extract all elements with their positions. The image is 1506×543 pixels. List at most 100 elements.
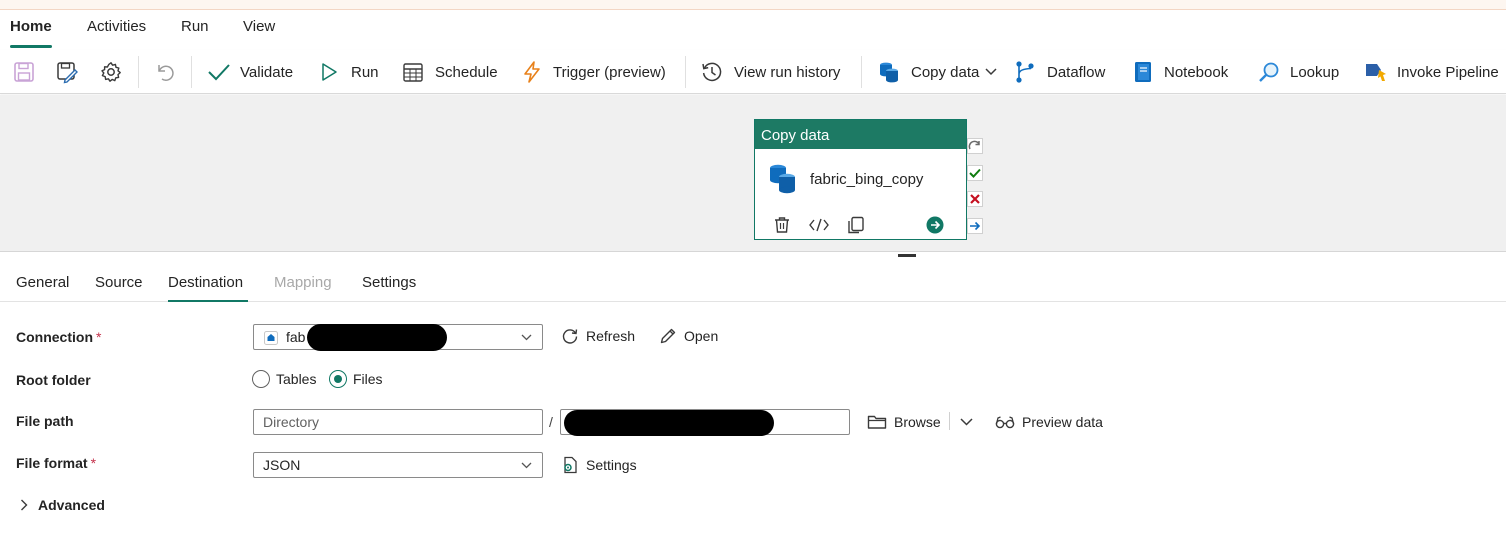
- delete-icon[interactable]: [773, 216, 791, 234]
- copy-data-activity-card[interactable]: Copy data fabric_bing_copy: [754, 119, 967, 240]
- preview-data-button[interactable]: Preview data: [995, 412, 1103, 432]
- success-output-icon[interactable]: [967, 165, 983, 181]
- dataflow-icon: [1016, 61, 1034, 83]
- copy-data-label: Copy data: [911, 63, 980, 81]
- save-icon: [14, 62, 34, 82]
- notebook-icon: [1135, 62, 1151, 82]
- lakehouse-icon: [264, 331, 278, 345]
- notebook-label: Notebook: [1164, 63, 1229, 81]
- tab-source[interactable]: Source: [95, 274, 143, 291]
- save-as-button[interactable]: [55, 50, 79, 94]
- pipeline-canvas[interactable]: [0, 95, 1506, 251]
- menu-tab-view[interactable]: View: [243, 18, 275, 35]
- refresh-icon: [562, 329, 578, 344]
- undo-icon: [158, 65, 174, 81]
- arrow-right-circle-icon[interactable]: [926, 216, 944, 234]
- menu-tab-activities[interactable]: Activities: [87, 18, 146, 35]
- dataflow-label: Dataflow: [1047, 63, 1106, 81]
- file-format-label: File format *: [16, 455, 97, 471]
- toolbar-divider: [861, 56, 862, 88]
- radio-circle: [252, 370, 270, 388]
- panel-splitter[interactable]: [0, 251, 1506, 257]
- calendar-icon: [403, 63, 423, 82]
- splitter-handle[interactable]: [898, 254, 916, 257]
- glasses-icon: [995, 416, 1015, 429]
- redaction-mark: [564, 410, 774, 436]
- code-icon[interactable]: [809, 217, 829, 233]
- browse-divider: [949, 412, 950, 430]
- validate-label: Validate: [240, 63, 294, 81]
- root-files-label: Files: [353, 371, 383, 387]
- connection-label: Connection *: [16, 329, 102, 345]
- tab-general[interactable]: General: [16, 274, 69, 291]
- pencil-icon: [660, 328, 676, 344]
- browse-chevron-down-icon[interactable]: [960, 418, 973, 426]
- lightning-icon: [524, 61, 540, 83]
- root-files-radio[interactable]: Files: [329, 370, 383, 388]
- folder-icon: [867, 415, 887, 429]
- advanced-expander[interactable]: Advanced: [20, 495, 105, 515]
- active-tab-indicator: [10, 45, 52, 48]
- history-icon: [702, 62, 722, 82]
- top-notification-strip: [0, 0, 1506, 10]
- invoke-pipeline-button[interactable]: Invoke Pipeline: [1364, 50, 1499, 94]
- format-settings-button[interactable]: Settings: [561, 455, 637, 475]
- file-format-value: JSON: [263, 457, 301, 473]
- search-icon: [1259, 62, 1279, 82]
- run-label: Run: [351, 63, 379, 81]
- path-separator: /: [549, 414, 553, 430]
- open-label: Open: [684, 328, 719, 344]
- radio-circle-selected: [329, 370, 347, 388]
- activity-name: fabric_bing_copy: [810, 171, 924, 188]
- chevron-down-icon: [521, 334, 532, 341]
- copy-data-icon: [770, 164, 795, 194]
- dataflow-button[interactable]: Dataflow: [1014, 50, 1105, 94]
- root-folder-label: Root folder: [16, 372, 91, 388]
- refresh-button[interactable]: Refresh: [561, 326, 635, 346]
- copy-icon[interactable]: [847, 216, 865, 234]
- browse-label: Browse: [894, 414, 941, 430]
- save-button[interactable]: [12, 50, 36, 94]
- toolbar-divider: [191, 56, 192, 88]
- tab-destination[interactable]: Destination: [168, 274, 243, 291]
- file-format-select[interactable]: JSON: [253, 452, 543, 478]
- schedule-label: Schedule: [435, 63, 498, 81]
- file-path-label: File path: [16, 413, 74, 429]
- failure-output-icon[interactable]: [967, 191, 983, 207]
- schedule-button[interactable]: Schedule: [401, 50, 498, 94]
- notebook-button[interactable]: Notebook: [1132, 50, 1228, 94]
- open-button[interactable]: Open: [659, 326, 718, 346]
- format-settings-label: Settings: [586, 457, 637, 473]
- completion-output-icon[interactable]: [967, 218, 983, 234]
- invoke-pipeline-icon: [1366, 64, 1386, 81]
- root-tables-radio[interactable]: Tables: [252, 370, 316, 388]
- ribbon-menu-bar: Home Activities Run View: [0, 10, 1506, 50]
- properties-tab-bar: General Source Destination Mapping Setti…: [0, 262, 1506, 302]
- copy-data-button[interactable]: Copy data: [877, 50, 997, 94]
- directory-input[interactable]: Directory: [253, 409, 543, 435]
- trigger-button[interactable]: Trigger (preview): [521, 50, 666, 94]
- checkmark-icon: [208, 64, 230, 81]
- chevron-right-icon: [21, 499, 28, 511]
- ribbon-toolbar: Validate Run Schedule Trigger (preview) …: [0, 50, 1506, 94]
- toolbar-divider: [138, 56, 139, 88]
- validate-button[interactable]: Validate: [206, 50, 293, 94]
- invoke-pipeline-label: Invoke Pipeline: [1397, 63, 1499, 81]
- browse-button[interactable]: Browse: [867, 412, 941, 432]
- menu-tab-home[interactable]: Home: [10, 18, 52, 35]
- tab-mapping[interactable]: Mapping: [274, 274, 332, 291]
- root-tables-label: Tables: [276, 371, 317, 387]
- settings-file-icon: [564, 456, 577, 474]
- copy-data-icon: [880, 62, 898, 83]
- skip-output-icon[interactable]: [967, 138, 983, 154]
- lookup-button[interactable]: Lookup: [1257, 50, 1339, 94]
- settings-button[interactable]: [99, 50, 123, 94]
- menu-tab-run[interactable]: Run: [181, 18, 209, 35]
- view-run-history-button[interactable]: View run history: [700, 50, 840, 94]
- refresh-label: Refresh: [586, 328, 636, 344]
- gear-icon: [101, 62, 121, 82]
- undo-button[interactable]: [153, 50, 177, 94]
- run-button[interactable]: Run: [318, 50, 379, 94]
- active-tab-indicator: [168, 300, 248, 302]
- tab-settings[interactable]: Settings: [362, 274, 416, 291]
